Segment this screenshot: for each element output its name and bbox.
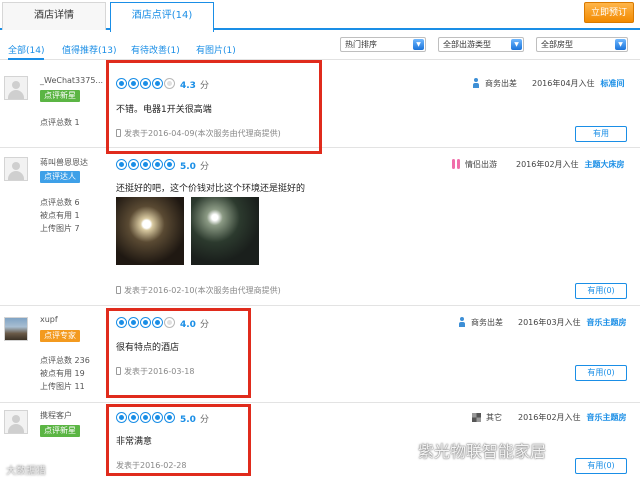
review-item: xupf 点评专家 点评总数 236 被点有用 19 上传图片 11 4.0 分 …	[0, 307, 640, 403]
room-type-link[interactable]: 音乐主题房	[587, 318, 627, 327]
review-comment: 还挺好的吧，这个价钱对比这个环境还是挺好的	[116, 184, 306, 194]
rating-star-icon	[152, 159, 163, 170]
other-trip-icon	[472, 413, 481, 422]
watermark-right: 紫光物联智能家居	[418, 442, 547, 461]
avatar[interactable]	[4, 157, 28, 181]
chevron-down-icon: ▼	[615, 39, 626, 50]
reviewer-stat: 被点有用 19	[40, 369, 85, 378]
trip-info: 情侣出游	[452, 159, 497, 170]
reviewer-level-badge: 点评新星	[40, 90, 80, 102]
reviewer-stat: 点评总数 1	[40, 118, 80, 127]
business-trip-icon	[472, 78, 480, 88]
rating-star-icon	[164, 159, 175, 170]
sort-select[interactable]: 热门排序 ▼	[340, 37, 426, 52]
filter-recommended[interactable]: 值得推荐(13)	[62, 43, 116, 56]
review-username[interactable]: _WeChat3375...	[40, 76, 103, 85]
trip-info: 其它	[472, 412, 502, 423]
avatar[interactable]	[4, 410, 28, 434]
helpful-button[interactable]: 有用(0)	[575, 283, 627, 299]
reviewer-stat: 被点有用 1	[40, 211, 80, 220]
book-now-button[interactable]: 立即预订	[584, 2, 634, 23]
review-username[interactable]: xupf	[40, 315, 58, 324]
rating-star-icon	[140, 159, 151, 170]
review-item: 蒋叫兽恩恩达 点评达人 点评总数 6 被点有用 1 上传图片 7 5.0 分 还挺…	[0, 149, 640, 306]
highlight-box	[106, 308, 251, 398]
room-type-select[interactable]: 全部房型 ▼	[536, 37, 628, 52]
review-filter-bar: 全部(14) 值得推荐(13) 有待改善(1) 有图片(1) 热门排序 ▼ 全部…	[0, 34, 640, 60]
room-type-link[interactable]: 标准间	[601, 79, 625, 88]
tab-hotel-details[interactable]: 酒店详情	[2, 2, 106, 30]
chevron-down-icon: ▼	[511, 39, 522, 50]
helpful-button[interactable]: 有用(0)	[575, 458, 627, 474]
review-photos	[116, 197, 259, 265]
reviewer-level-badge: 点评新星	[40, 425, 80, 437]
rating-star-icon	[128, 159, 139, 170]
filter-with-photos[interactable]: 有图片(1)	[196, 43, 236, 56]
review-photo[interactable]	[191, 197, 259, 265]
review-posted-date: 发表于2016-02-10(本次服务由代理商提供)	[116, 285, 281, 296]
tab-hotel-reviews[interactable]: 酒店点评(14)	[110, 2, 214, 32]
couple-trip-icon	[452, 159, 460, 169]
rating-stars	[116, 159, 175, 170]
trip-info: 商务出差	[472, 78, 517, 89]
trip-type-select-value: 全部出游类型	[443, 40, 491, 49]
room-type-select-value: 全部房型	[541, 40, 573, 49]
room-type-link[interactable]: 音乐主题房	[587, 413, 627, 422]
filter-all[interactable]: 全部(14)	[8, 43, 45, 60]
room-type-link[interactable]: 主题大床房	[585, 160, 625, 169]
chevron-down-icon: ▼	[413, 39, 424, 50]
trip-type-select[interactable]: 全部出游类型 ▼	[438, 37, 524, 52]
reviewer-stat: 点评总数 6	[40, 198, 80, 207]
reviewer-level-badge: 点评专家	[40, 330, 80, 342]
filter-needs-improvement[interactable]: 有待改善(1)	[131, 43, 180, 56]
stay-info: 2016年04月入住 标准间	[532, 79, 625, 88]
reviewer-stat: 上传图片 7	[40, 224, 80, 233]
review-username[interactable]: 携程客户	[40, 410, 72, 421]
avatar[interactable]	[4, 76, 28, 100]
reviewer-stat: 点评总数 236	[40, 356, 90, 365]
watermark-left: 大数据猎	[6, 466, 46, 477]
business-trip-icon	[458, 317, 466, 327]
stay-info: 2016年03月入住 音乐主题房	[518, 318, 627, 327]
review-username[interactable]: 蒋叫兽恩恩达	[40, 157, 88, 168]
helpful-button[interactable]: 有用(0)	[575, 365, 627, 381]
stay-info: 2016年02月入住 主题大床房	[516, 160, 625, 169]
trip-info: 商务出差	[458, 317, 503, 328]
reviewer-stat: 上传图片 11	[40, 382, 85, 391]
helpful-button[interactable]: 有用	[575, 126, 627, 142]
reviewer-level-badge: 点评达人	[40, 171, 80, 183]
rating-star-icon	[116, 159, 127, 170]
top-tab-bar: 酒店详情 酒店点评(14) 立即预订	[0, 0, 640, 32]
avatar[interactable]	[4, 317, 28, 341]
review-score: 5.0 分	[180, 162, 209, 172]
highlight-box	[106, 60, 322, 154]
review-photo[interactable]	[116, 197, 184, 265]
sort-select-value: 热门排序	[345, 40, 377, 49]
mobile-icon	[116, 286, 121, 294]
stay-info: 2016年02月入住 音乐主题房	[518, 413, 627, 422]
highlight-box	[106, 404, 251, 476]
